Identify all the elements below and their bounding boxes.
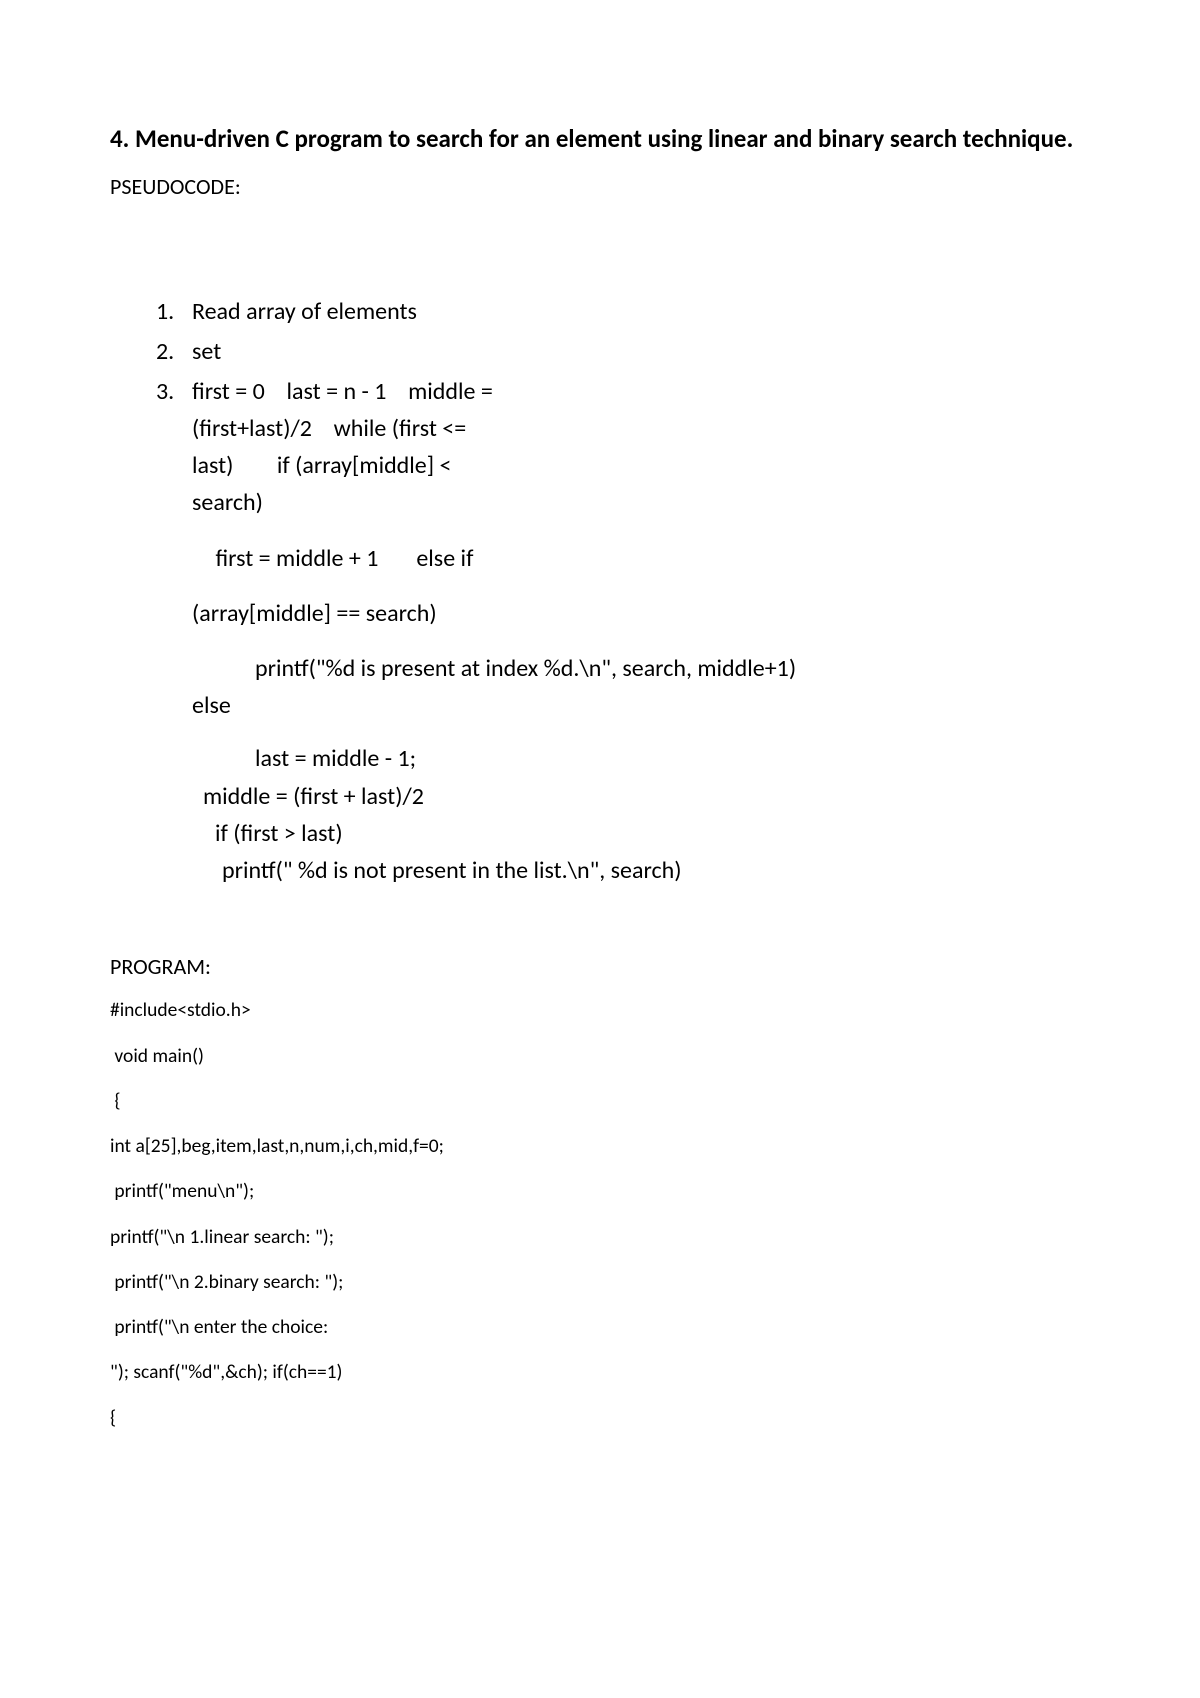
code-text: first = 0 last = n - 1 middle = [192,373,1090,410]
pseudocode-section: 1. Read array of elements 2. set 3. firs… [110,293,1090,890]
code-text: printf("%d is present at index %d.\n", s… [192,650,1090,687]
list-item: 2. set [156,333,1090,370]
list-content: Read array of elements [192,293,1090,330]
program-section: PROGRAM: #include<stdio.h> void main() {… [110,949,1090,1433]
list-content: first = 0 last = n - 1 middle = (first+l… [192,373,1090,889]
code-line: printf("menu\n"); [110,1177,1090,1206]
code-line: { [110,1087,1090,1116]
code-text: printf(" %d is not present in the list.\… [192,852,1090,889]
list-content: set [192,333,1090,370]
code-text: middle = (first + last)/2 [192,778,1090,815]
code-text: if (first > last) [192,815,1090,852]
code-text: else [192,687,1090,724]
code-text: search) [192,484,1090,521]
list-marker: 3. [156,373,192,889]
document-title: 4. Menu-driven C program to search for a… [110,120,1090,158]
code-line: printf("\n 2.binary search: "); [110,1268,1090,1297]
code-text: last) if (array[middle] < [192,447,1090,484]
code-text: (array[middle] == search) [192,595,1090,632]
code-text: first = middle + 1 else if [192,540,1090,577]
list-item: 1. Read array of elements [156,293,1090,330]
code-line: { [110,1404,1090,1433]
list-marker: 1. [156,293,192,330]
code-line: "); scanf("%d",&ch); if(ch==1) [110,1358,1090,1387]
code-text: last = middle - 1; [192,740,1090,777]
code-line: printf("\n 1.linear search: "); [110,1223,1090,1252]
code-line: printf("\n enter the choice: [110,1313,1090,1342]
code-line: void main() [110,1042,1090,1071]
program-label: PROGRAM: [110,949,1090,984]
pseudocode-label: PSEUDOCODE: [110,170,1090,203]
code-line: #include<stdio.h> [110,996,1090,1025]
list-item: 3. first = 0 last = n - 1 middle = (firs… [156,373,1090,889]
list-marker: 2. [156,333,192,370]
code-line: int a[25],beg,item,last,n,num,i,ch,mid,f… [110,1132,1090,1161]
code-text: (first+last)/2 while (first <= [192,410,1090,447]
